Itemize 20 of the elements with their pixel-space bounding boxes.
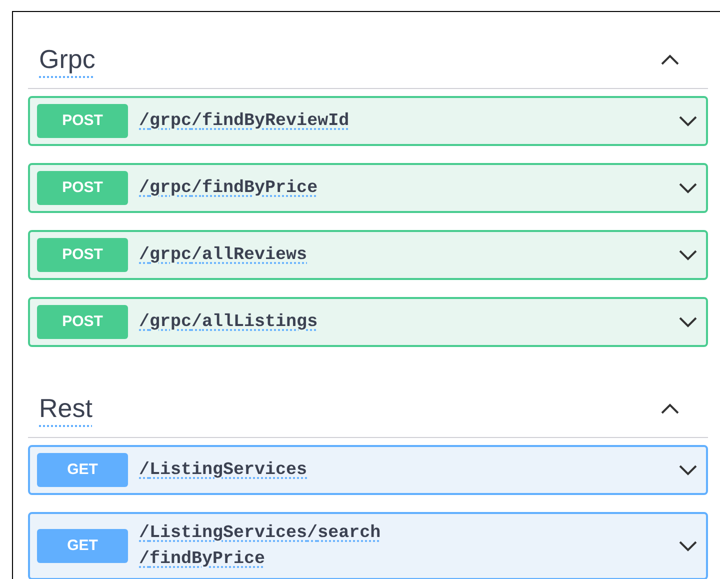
- operation-row[interactable]: GET /ListingServices/search/findByPrice: [28, 512, 708, 579]
- method-badge: GET: [37, 453, 128, 487]
- endpoint-path[interactable]: /grpc/findByPrice: [139, 175, 318, 201]
- section-title[interactable]: Grpc: [39, 40, 96, 79]
- method-badge: POST: [37, 305, 128, 339]
- operation-row[interactable]: POST /grpc/allListings: [28, 297, 708, 347]
- section-title[interactable]: Rest: [39, 389, 92, 428]
- operation-row[interactable]: GET /ListingServices: [28, 445, 708, 495]
- operation-row[interactable]: POST /grpc/allReviews: [28, 230, 708, 280]
- endpoint-path[interactable]: /grpc/findByReviewId: [139, 108, 350, 134]
- method-badge: GET: [37, 529, 128, 563]
- method-badge: POST: [37, 104, 128, 138]
- endpoint-path[interactable]: /grpc/allReviews: [139, 242, 308, 268]
- endpoint-path[interactable]: /ListingServices: [139, 457, 308, 483]
- endpoint-path[interactable]: /grpc/allListings: [139, 309, 318, 335]
- method-badge: POST: [37, 238, 128, 272]
- operation-row[interactable]: POST /grpc/findByPrice: [28, 163, 708, 213]
- endpoint-path[interactable]: /ListingServices/search/findByPrice: [139, 520, 454, 572]
- method-badge: POST: [37, 171, 128, 205]
- operation-row[interactable]: POST /grpc/findByReviewId: [28, 96, 708, 146]
